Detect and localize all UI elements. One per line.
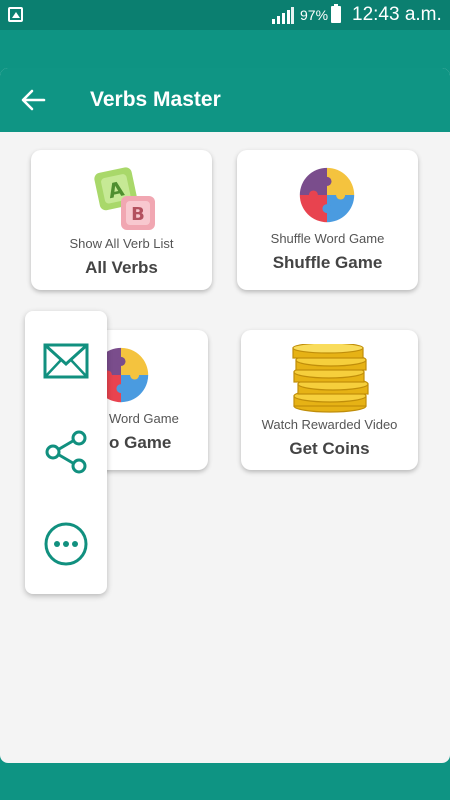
mail-icon[interactable] xyxy=(43,343,89,379)
status-bar: 97% 12:43 a.m. xyxy=(0,0,450,30)
card-subtitle: Watch Rewarded Video xyxy=(261,417,398,432)
app-bar: Verbs Master xyxy=(0,68,450,132)
card-title: o Game xyxy=(109,433,172,452)
card-subtitle: Word Game xyxy=(109,411,179,426)
share-icon[interactable] xyxy=(44,430,88,474)
app-window: Verbs Master A B Show All Verb List All … xyxy=(0,68,450,763)
card-title: Shuffle Game xyxy=(272,253,383,272)
card-subtitle: Shuffle Word Game xyxy=(270,231,385,246)
signal-icon xyxy=(272,7,294,24)
card-subtitle: Show All Verb List xyxy=(69,236,174,251)
back-arrow-icon[interactable] xyxy=(20,87,46,113)
card-title: Get Coins xyxy=(289,439,370,458)
battery-icon xyxy=(331,4,341,23)
svg-text:B: B xyxy=(131,204,145,225)
bottom-bar xyxy=(0,763,450,800)
get-coins-card[interactable]: Watch Rewarded Video Get Coins xyxy=(241,330,418,470)
battery-percentage: 97% xyxy=(300,7,329,23)
side-action-panel xyxy=(25,311,107,594)
abc-blocks-icon: A B xyxy=(94,167,155,230)
card-title: All Verbs xyxy=(85,258,158,277)
coins-icon xyxy=(292,344,369,413)
status-clock: 12:43 a.m. xyxy=(352,4,442,25)
all-verbs-card[interactable]: A B Show All Verb List All Verbs xyxy=(31,150,212,290)
shuffle-game-card[interactable]: Shuffle Word Game Shuffle Game xyxy=(237,150,418,290)
gallery-notification-icon xyxy=(8,7,23,22)
puzzle-icon xyxy=(299,167,355,223)
page-title: Verbs Master xyxy=(90,88,221,111)
more-icon[interactable] xyxy=(44,522,88,566)
